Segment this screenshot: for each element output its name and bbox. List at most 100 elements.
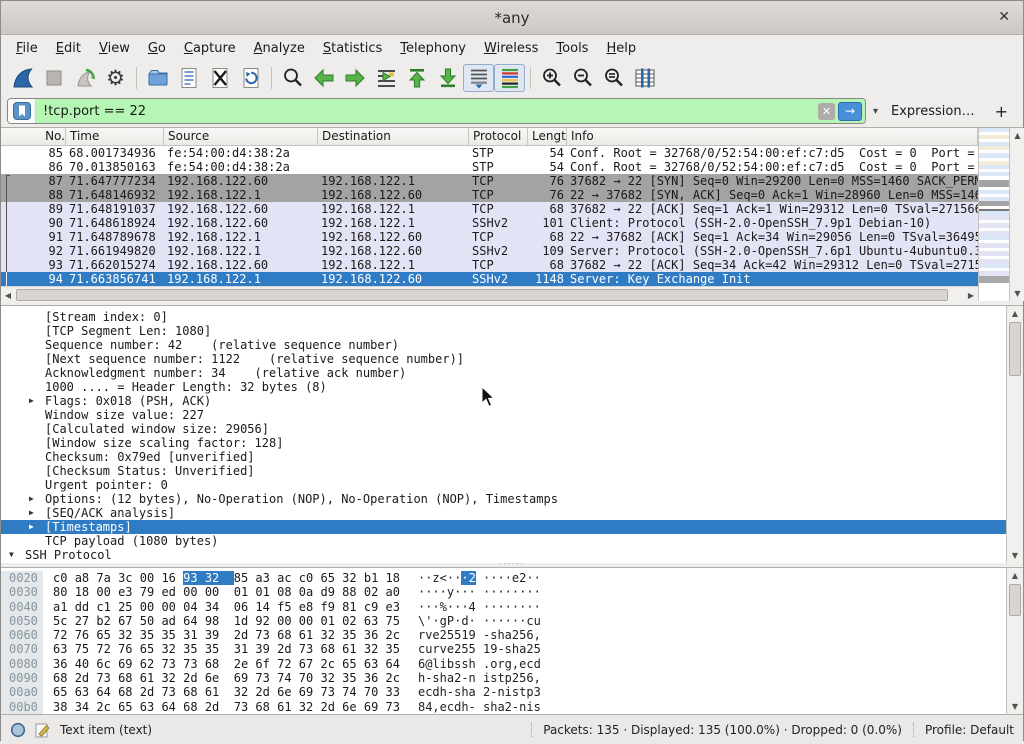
menu-file[interactable]: File [7,38,47,59]
packet-row-90[interactable]: 9071.648618924192.168.122.60192.168.122.… [1,216,978,230]
file-close-button[interactable] [204,64,235,92]
menu-view[interactable]: View [90,38,139,59]
detail-line[interactable]: ▼SSH Protocol [1,548,1006,562]
close-window-icon[interactable]: ✕ [998,8,1010,26]
scroll-down-icon[interactable]: ▼ [1014,289,1020,298]
detail-line[interactable]: Window size value: 227 [1,408,1006,422]
tree-collapsed-icon[interactable]: ▶ [29,492,34,506]
hex-row-0060[interactable]: 006072 76 65 32 35 35 31 39 2d 73 68 61 … [1,628,1006,642]
file-save-button[interactable] [173,64,204,92]
packet-row-86[interactable]: 8670.013850163fe:54:00:d4:38:2aSTP54Conf… [1,160,978,174]
menu-help[interactable]: Help [597,38,645,59]
profile-indicator[interactable]: Profile: Default [913,723,1014,737]
column-header-length[interactable]: Length [528,128,567,145]
capture-comment-icon[interactable] [35,722,51,738]
tree-collapsed-icon[interactable]: ▶ [29,520,34,534]
hex-row-0090[interactable]: 009068 2d 73 68 61 32 2d 6e 69 73 74 70 … [1,671,1006,685]
scroll-up-icon[interactable]: ▲ [1007,571,1023,580]
zoom-in-button[interactable] [536,64,567,92]
zoom-out-button[interactable] [567,64,598,92]
tree-collapsed-icon[interactable]: ▶ [29,506,34,520]
go-last-packet-button[interactable] [432,64,463,92]
apply-filter-icon[interactable]: → [838,102,862,121]
hex-row-0080[interactable]: 008036 40 6c 69 62 73 73 68 2e 6f 72 67 … [1,657,1006,671]
scroll-up-icon[interactable]: ▲ [1014,131,1020,140]
packet-row-88[interactable]: 8871.648146932192.168.122.1192.168.122.6… [1,188,978,202]
detail-line[interactable]: ▶Flags: 0x018 (PSH, ACK) [1,394,1006,408]
detail-line[interactable]: [Window size scaling factor: 128] [1,436,1006,450]
packet-row-92[interactable]: 9271.661949820192.168.122.1192.168.122.6… [1,244,978,258]
hex-row-00b0[interactable]: 00b038 34 2c 65 63 64 68 2d 73 68 61 32 … [1,700,1006,714]
zoom-original-button[interactable] [598,64,629,92]
autoscroll-toggle-button[interactable] [463,64,494,92]
capture-restart-button[interactable] [69,64,100,92]
colorize-toggle-button[interactable] [494,64,525,92]
tree-collapsed-icon[interactable]: ▶ [29,562,34,563]
hex-row-0030[interactable]: 003080 18 00 e3 79 ed 00 00 01 01 08 0a … [1,585,1006,599]
tree-expanded-icon[interactable]: ▼ [9,548,14,562]
file-open-button[interactable] [142,64,173,92]
hex-row-00a0[interactable]: 00a065 63 64 68 2d 73 68 61 32 2d 6e 69 … [1,685,1006,699]
hex-row-0070[interactable]: 007063 75 72 76 65 32 35 35 31 39 2d 73 … [1,642,1006,656]
column-header-info[interactable]: Info [567,128,978,145]
column-header-destination[interactable]: Destination [318,128,469,145]
hex-row-0050[interactable]: 00505c 27 b2 67 50 ad 64 98 1d 92 00 00 … [1,614,1006,628]
tree-collapsed-icon[interactable]: ▶ [29,394,34,408]
packet-row-93[interactable]: 9371.662015274192.168.122.60192.168.122.… [1,258,978,272]
filter-bookmark-icon[interactable] [8,99,36,123]
expression-button[interactable]: Expression… [885,104,981,119]
menu-tools[interactable]: Tools [547,38,597,59]
add-filter-button[interactable]: + [986,102,1017,121]
packet-list-hscrollbar[interactable]: ◀ ▶ [1,286,978,303]
go-first-packet-button[interactable] [401,64,432,92]
resize-columns-button[interactable] [629,64,660,92]
go-to-packet-button[interactable] [370,64,401,92]
go-back-button[interactable] [308,64,339,92]
filter-dropdown-icon[interactable]: ▾ [871,106,880,117]
detail-line[interactable]: ▶[SEQ/ACK analysis] [1,506,1006,520]
detail-line[interactable]: Acknowledgment number: 34 (relative ack … [1,366,1006,380]
scroll-left-icon[interactable]: ◀ [1,291,15,300]
menu-statistics[interactable]: Statistics [314,38,391,59]
bytes-vscrollbar[interactable]: ▲ ▼ [1006,568,1023,714]
hex-row-0020[interactable]: 0020c0 a8 7a 3c 00 16 93 32 85 a3 ac c0 … [1,571,1006,585]
column-header-time[interactable]: Time [66,128,164,145]
detail-line[interactable]: [Stream index: 0] [1,310,1006,324]
capture-options-button[interactable]: ⚙ [100,64,131,92]
scroll-right-icon[interactable]: ▶ [964,291,978,300]
menu-edit[interactable]: Edit [47,38,90,59]
details-vscrollbar[interactable]: ▲ ▼ [1006,306,1023,563]
vscroll-thumb[interactable] [1009,584,1021,616]
detail-line[interactable]: [Next sequence number: 1122 (relative se… [1,352,1006,366]
detail-line[interactable]: ▶[Timestamps] [1,520,1006,534]
detail-line[interactable]: [Calculated window size: 29056] [1,422,1006,436]
capture-stop-button[interactable] [38,64,69,92]
go-forward-button[interactable] [339,64,370,92]
menu-wireless[interactable]: Wireless [475,38,547,59]
packet-row-85[interactable]: 8568.001734936fe:54:00:d4:38:2aSTP54Conf… [1,146,978,160]
detail-line[interactable]: TCP payload (1080 bytes) [1,534,1006,548]
packet-row-89[interactable]: 8971.648191037192.168.122.60192.168.122.… [1,202,978,216]
column-header-source[interactable]: Source [164,128,318,145]
detail-line[interactable]: Urgent pointer: 0 [1,478,1006,492]
display-filter-text[interactable]: !tcp.port == 22 [36,104,818,119]
packet-row-91[interactable]: 9171.648789678192.168.122.1192.168.122.6… [1,230,978,244]
hex-row-0040[interactable]: 0040a1 dd c1 25 00 00 04 34 06 14 f5 e8 … [1,600,1006,614]
scroll-down-icon[interactable]: ▼ [1007,551,1023,560]
packet-row-94[interactable]: 9471.663856741192.168.122.1192.168.122.6… [1,272,978,286]
detail-line[interactable]: 1000 .... = Header Length: 32 bytes (8) [1,380,1006,394]
menu-analyze[interactable]: Analyze [245,38,314,59]
find-packet-button[interactable] [277,64,308,92]
column-header-no[interactable]: No. [1,128,66,145]
scroll-down-icon[interactable]: ▼ [1007,702,1023,711]
packet-row-87[interactable]: 8771.647777234192.168.122.60192.168.122.… [1,174,978,188]
expert-info-icon[interactable] [10,722,26,738]
detail-line[interactable]: ▶Options: (12 bytes), No-Operation (NOP)… [1,492,1006,506]
detail-line[interactable]: ▶SSH Version 2 (encryption:chacha20-poly… [1,562,1006,563]
vscroll-thumb[interactable] [1009,322,1021,376]
scroll-up-icon[interactable]: ▲ [1007,309,1023,318]
column-header-protocol[interactable]: Protocol [469,128,528,145]
file-reload-button[interactable] [235,64,266,92]
clear-filter-icon[interactable]: ✕ [818,103,835,120]
detail-line[interactable]: Checksum: 0x79ed [unverified] [1,450,1006,464]
